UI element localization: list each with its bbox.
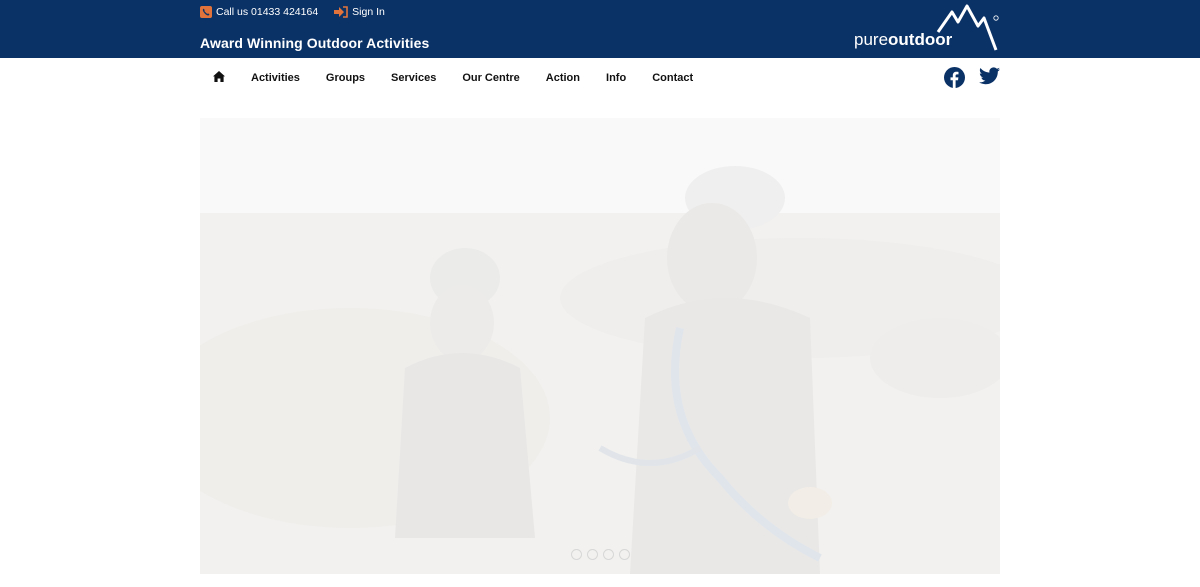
slider-dots bbox=[200, 549, 1000, 560]
tagline: Award Winning Outdoor Activities bbox=[200, 35, 430, 51]
call-us-link[interactable]: Call us 01433 424164 bbox=[200, 6, 318, 18]
phone-icon bbox=[200, 6, 212, 18]
main-nav: Activities Groups Services Our Centre Ac… bbox=[200, 58, 1000, 98]
hero-slider[interactable] bbox=[200, 118, 1000, 574]
sign-in-icon bbox=[334, 6, 348, 18]
hero-climbers-image bbox=[200, 118, 1000, 574]
sign-in-label: Sign In bbox=[352, 6, 385, 18]
nav-item-services[interactable]: Services bbox=[378, 72, 449, 84]
social-links bbox=[930, 67, 1000, 93]
logo-wordmark: pureoutdoor bbox=[854, 30, 952, 50]
facebook-icon[interactable] bbox=[944, 67, 965, 93]
twitter-icon[interactable] bbox=[979, 67, 1000, 93]
call-us-label: Call us 01433 424164 bbox=[216, 6, 319, 18]
slider-dot[interactable] bbox=[570, 549, 582, 560]
pureoutdoor-logo[interactable]: pureoutdoor bbox=[850, 4, 1000, 54]
slider-dot[interactable] bbox=[618, 549, 630, 560]
top-bar: Call us 01433 424164 Sign In Award Winni… bbox=[0, 0, 1200, 58]
nav-home[interactable] bbox=[200, 69, 238, 87]
top-links: Call us 01433 424164 Sign In bbox=[200, 4, 401, 20]
nav-item-action[interactable]: Action bbox=[533, 72, 593, 84]
sign-in-link[interactable]: Sign In bbox=[334, 6, 385, 18]
logo-text-bold: outdoor bbox=[888, 30, 953, 49]
home-icon bbox=[213, 69, 225, 87]
nav-item-contact[interactable]: Contact bbox=[639, 72, 706, 84]
top-bar-inner: Call us 01433 424164 Sign In Award Winni… bbox=[200, 0, 1000, 58]
slider-dot[interactable] bbox=[602, 549, 614, 560]
nav-item-info[interactable]: Info bbox=[593, 72, 639, 84]
logo-text-light: pure bbox=[854, 30, 889, 49]
slider-dot[interactable] bbox=[586, 549, 598, 560]
nav-item-activities[interactable]: Activities bbox=[238, 72, 313, 84]
nav-item-our-centre[interactable]: Our Centre bbox=[449, 72, 532, 84]
nav-item-groups[interactable]: Groups bbox=[313, 72, 378, 84]
